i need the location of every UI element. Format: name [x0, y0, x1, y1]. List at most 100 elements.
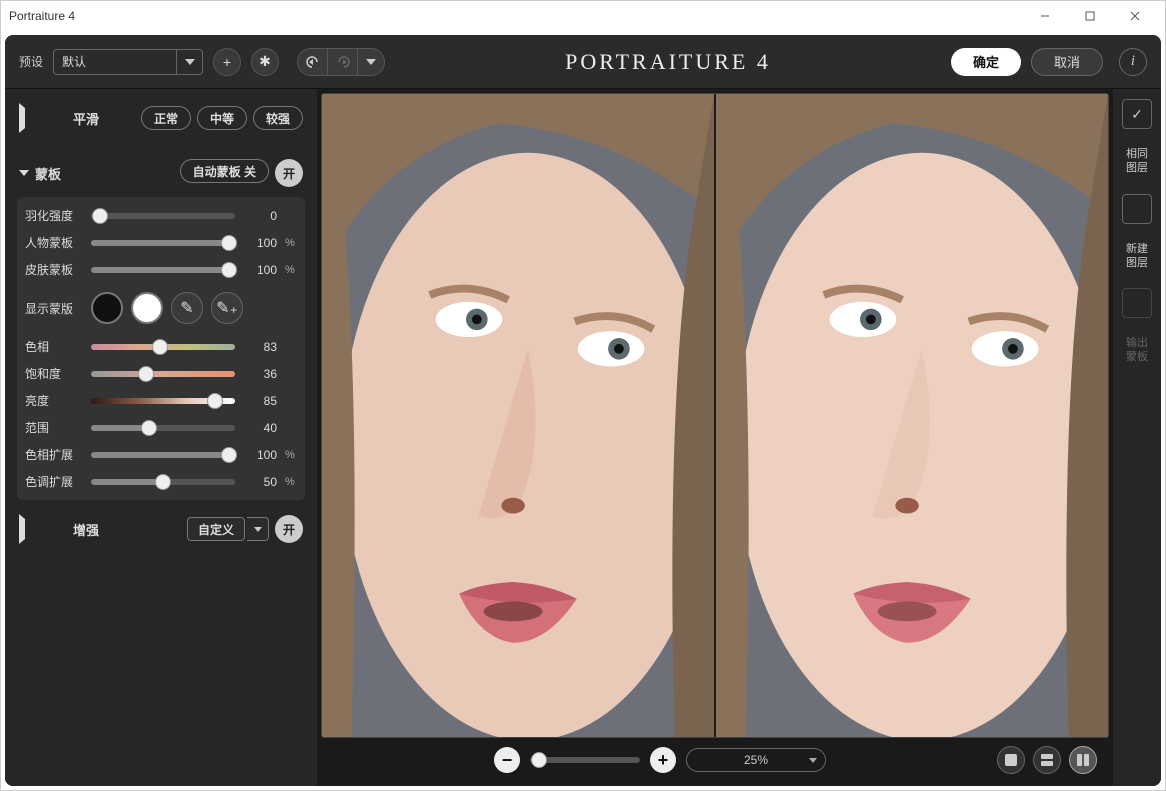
eyedropper-icon: ✎: [180, 298, 193, 318]
tone-ext-slider[interactable]: [91, 479, 235, 485]
enhance-on-toggle[interactable]: 开: [275, 515, 303, 543]
same-layer-toggle[interactable]: ✓: [1122, 99, 1152, 129]
hue-ext-value: 100: [243, 448, 277, 462]
lum-slider[interactable]: [91, 398, 235, 404]
zoom-dropdown[interactable]: 25%: [686, 748, 826, 772]
smoothing-title: 平滑: [73, 109, 99, 128]
mask-panel: 羽化强度 0 人物蒙板 100% 皮肤蒙板 100%: [17, 197, 305, 500]
app-title: PORTRAITURE 4: [395, 49, 941, 75]
ok-button[interactable]: 确定: [951, 48, 1021, 76]
row-feather: 羽化强度 0: [25, 207, 297, 224]
skin-mask-slider[interactable]: [91, 267, 235, 273]
skin-mask-label: 皮肤蒙板: [25, 261, 83, 278]
preview-before: [322, 94, 714, 737]
info-button[interactable]: i: [1119, 48, 1147, 76]
window-title: Portraiture 4: [9, 9, 75, 23]
sat-label: 饱和度: [25, 365, 83, 382]
minimize-button[interactable]: [1022, 1, 1067, 31]
mask-on-toggle[interactable]: 开: [275, 159, 303, 187]
row-portrait-mask: 人物蒙板 100%: [25, 234, 297, 251]
same-layer-label: 相同 图层: [1126, 147, 1148, 176]
eyedropper-add-button[interactable]: ✎₊: [211, 292, 243, 324]
zoom-in-button[interactable]: +: [650, 747, 676, 773]
tone-ext-value: 50: [243, 475, 277, 489]
enhance-mode-chevron[interactable]: [247, 517, 269, 541]
portrait-image-before: [322, 94, 714, 737]
preset-value: 默认: [62, 53, 86, 70]
bottom-bar: − + 25%: [321, 738, 1109, 782]
gear-icon: ✱: [259, 53, 271, 70]
close-button[interactable]: [1112, 1, 1157, 31]
hue-ext-label: 色相扩展: [25, 446, 83, 463]
hue-value: 83: [243, 340, 277, 354]
latitude-slider[interactable]: [91, 425, 235, 431]
cancel-button[interactable]: 取消: [1031, 48, 1103, 76]
preview-after: [716, 94, 1108, 737]
preview-area: − + 25%: [317, 89, 1113, 786]
preview-split[interactable]: [321, 93, 1109, 738]
view-single[interactable]: [997, 746, 1025, 774]
feather-value: 0: [243, 209, 277, 223]
lum-value: 85: [243, 394, 277, 408]
portrait-mask-slider[interactable]: [91, 240, 235, 246]
view-mode-group: [997, 746, 1097, 774]
sat-slider[interactable]: [91, 371, 235, 377]
chevron-right-icon: [19, 514, 67, 544]
portrait-mask-label: 人物蒙板: [25, 234, 83, 251]
row-hue: 色相 83: [25, 338, 297, 355]
right-panel: ✓ 相同 图层 新建 图层 输出 蒙板: [1113, 89, 1161, 786]
row-tone-ext: 色调扩展 50%: [25, 473, 297, 490]
mask-color-white[interactable]: [131, 292, 163, 324]
sat-value: 36: [243, 367, 277, 381]
enhance-mode-dropdown[interactable]: 自定义: [187, 517, 245, 541]
pct: %: [285, 264, 297, 276]
new-layer-toggle[interactable]: [1122, 194, 1152, 224]
view-split-vertical[interactable]: [1069, 746, 1097, 774]
left-panel: 平滑 正常 中等 较强 蒙板 自动蒙板 关 开: [5, 89, 317, 786]
undo-button[interactable]: [298, 48, 328, 76]
smooth-medium[interactable]: 中等: [197, 106, 247, 130]
chevron-down-icon: [176, 49, 202, 75]
zoom-value: 25%: [744, 753, 768, 767]
mask-title: 蒙板: [35, 164, 61, 183]
output-mask-toggle[interactable]: [1122, 288, 1152, 318]
mask-header[interactable]: 蒙板 自动蒙板 关 开: [13, 155, 309, 191]
auto-mask-toggle[interactable]: 自动蒙板 关: [180, 159, 269, 183]
row-skin-mask: 皮肤蒙板 100%: [25, 261, 297, 278]
preset-settings-button[interactable]: ✱: [251, 48, 279, 76]
hue-slider[interactable]: [91, 344, 235, 350]
redo-button[interactable]: [328, 48, 358, 76]
show-mask-label: 显示蒙版: [25, 300, 83, 317]
tone-ext-label: 色调扩展: [25, 473, 83, 490]
zoom-slider[interactable]: [530, 757, 640, 763]
feather-label: 羽化强度: [25, 207, 83, 224]
smoothing-header[interactable]: 平滑 正常 中等 较强: [13, 99, 309, 137]
window: Portraiture 4 预设 默认 + ✱ PORTRAITURE 4 确定…: [0, 0, 1166, 791]
eyedropper-button[interactable]: ✎: [171, 292, 203, 324]
latitude-label: 范围: [25, 419, 83, 436]
enhance-header[interactable]: 增强 自定义 开: [13, 510, 309, 548]
history-group: [297, 48, 385, 76]
view-split-horizontal[interactable]: [1033, 746, 1061, 774]
latitude-value: 40: [243, 421, 277, 435]
preset-add-button[interactable]: +: [213, 48, 241, 76]
zoom-out-button[interactable]: −: [494, 747, 520, 773]
smooth-normal[interactable]: 正常: [141, 106, 191, 130]
lum-label: 亮度: [25, 392, 83, 409]
history-dropdown[interactable]: [358, 48, 384, 76]
preset-label: 预设: [19, 53, 43, 70]
portrait-image-after: [716, 94, 1108, 737]
pct: %: [285, 237, 297, 249]
mask-color-black[interactable]: [91, 292, 123, 324]
feather-slider[interactable]: [91, 213, 235, 219]
hue-ext-slider[interactable]: [91, 452, 235, 458]
new-layer-label: 新建 图层: [1126, 242, 1148, 271]
smooth-strong[interactable]: 较强: [253, 106, 303, 130]
hue-label: 色相: [25, 338, 83, 355]
enhance-title: 增强: [73, 520, 99, 539]
preset-dropdown[interactable]: 默认: [53, 49, 203, 75]
row-sat: 饱和度 36: [25, 365, 297, 382]
app-frame: 预设 默认 + ✱ PORTRAITURE 4 确定 取消 i 平滑: [5, 35, 1161, 786]
maximize-button[interactable]: [1067, 1, 1112, 31]
row-hue-ext: 色相扩展 100%: [25, 446, 297, 463]
